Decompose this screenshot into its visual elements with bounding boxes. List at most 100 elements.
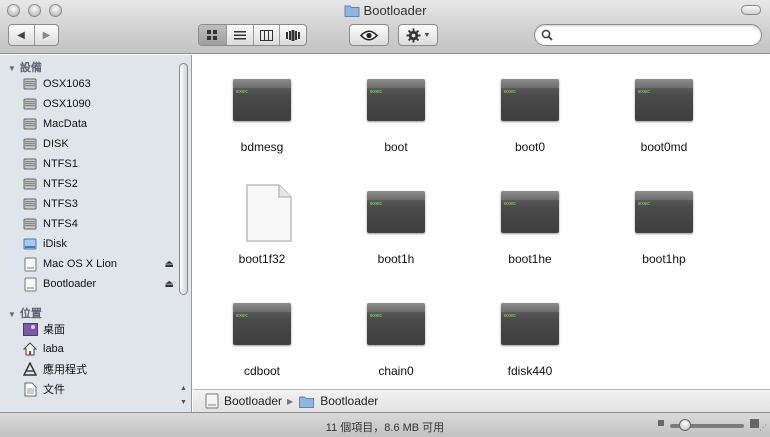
file-item[interactable]: exec boot0md	[604, 63, 724, 163]
hard-drive-icon	[22, 116, 38, 132]
icon-size-slider-thumb[interactable]	[678, 419, 691, 431]
executable-file-icon: exec	[635, 191, 693, 233]
executable-title-bar	[233, 303, 291, 312]
hard-drive-icon	[22, 176, 38, 192]
path-segment[interactable]: Bootloader	[298, 394, 378, 408]
sidebar-item-label: DISK	[43, 138, 69, 150]
file-item[interactable]: exec boot0	[470, 63, 590, 163]
folder-icon	[299, 396, 315, 408]
title-bar: Bootloader ◀ ▶ ▼	[0, 0, 770, 54]
exec-label: exec	[504, 89, 517, 95]
disclosure-triangle-icon: ▼	[8, 310, 16, 319]
exec-label: exec	[504, 313, 517, 319]
eject-icon[interactable]: ⏏	[165, 279, 174, 290]
toolbar-toggle-button[interactable]	[741, 5, 761, 15]
coverflow-view-button[interactable]	[279, 25, 306, 45]
file-browser-content: exec bdmesg exec boot exec boot0 exec boot0md bo…	[193, 55, 770, 389]
column-view-button[interactable]	[252, 25, 280, 45]
column-view-icon	[259, 29, 273, 41]
sidebar-item[interactable]: 桌面	[22, 319, 174, 339]
folder-icon	[344, 5, 360, 17]
sidebar-item-label: 桌面	[43, 324, 65, 336]
path-segment[interactable]: Bootloader	[205, 393, 282, 409]
forward-button[interactable]: ▶	[33, 25, 59, 45]
action-menu-button[interactable]: ▼	[398, 24, 438, 46]
chevron-down-icon: ▼	[423, 31, 431, 39]
exec-label: exec	[236, 313, 249, 319]
file-name: cdboot	[243, 364, 281, 378]
exec-label: exec	[370, 313, 383, 319]
file-item[interactable]: boot1f32	[202, 175, 322, 275]
sidebar-item[interactable]: OSX1063	[22, 74, 174, 94]
executable-title-bar	[367, 79, 425, 88]
executable-file-icon: exec	[367, 191, 425, 233]
sidebar-item[interactable]: NTFS2	[22, 174, 174, 194]
file-item[interactable]: exec cdboot	[202, 287, 322, 387]
sidebar-item[interactable]: Bootloader ⏏	[22, 274, 174, 294]
sidebar-scrollbar[interactable]: ▲ ▼	[177, 59, 190, 409]
file-item[interactable]: exec chain0	[336, 287, 456, 387]
icon-size-slider[interactable]	[658, 419, 759, 431]
sidebar-item[interactable]: laba	[22, 339, 174, 359]
exec-label: exec	[236, 89, 249, 95]
sidebar-item[interactable]: MacData	[22, 114, 174, 134]
sidebar-item[interactable]: 應用程式	[22, 359, 174, 379]
sidebar-scroll-thumb[interactable]	[179, 63, 188, 295]
file-item[interactable]: exec boot	[336, 63, 456, 163]
window-title-text: Bootloader	[363, 3, 427, 18]
search-input[interactable]	[557, 27, 757, 43]
back-button[interactable]: ◀	[9, 25, 34, 45]
disk-image-icon	[22, 276, 38, 292]
file-name: boot1f32	[238, 252, 286, 266]
sidebar-section-devices[interactable]: ▼ 設備	[8, 59, 42, 75]
executable-file-icon: exec	[501, 303, 559, 345]
sidebar-item-label: 文件	[43, 384, 65, 396]
coverflow-view-icon	[286, 29, 301, 41]
sidebar-item-label: NTFS4	[43, 218, 78, 230]
executable-file-icon: exec	[635, 79, 693, 121]
sidebar-item[interactable]: OSX1090	[22, 94, 174, 114]
large-icon-size-icon	[750, 419, 759, 428]
sidebar-item[interactable]: NTFS4	[22, 214, 174, 234]
chevron-right-icon: ▶	[42, 29, 51, 41]
sidebar-item[interactable]: 文件	[22, 379, 174, 399]
sidebar-section-label: 設備	[19, 62, 42, 74]
scroll-up-icon[interactable]: ▲	[180, 385, 187, 392]
sidebar-item[interactable]: Mac OS X Lion ⏏	[22, 254, 174, 274]
exec-label: exec	[638, 201, 651, 207]
sidebar-item-label: NTFS3	[43, 198, 78, 210]
sidebar-item[interactable]: iDisk	[22, 234, 174, 254]
file-item[interactable]: exec boot1h	[336, 175, 456, 275]
sidebar-item[interactable]: NTFS1	[22, 154, 174, 174]
desktop-icon	[22, 321, 38, 337]
eject-icon[interactable]: ⏏	[165, 259, 174, 270]
list-view-button[interactable]	[225, 25, 253, 45]
resize-grip-icon[interactable]: ⋰	[759, 423, 767, 432]
icon-view-button[interactable]	[199, 25, 226, 45]
sidebar-item-label: MacData	[43, 118, 88, 130]
file-item[interactable]: exec boot1hp	[604, 175, 724, 275]
chevron-left-icon: ◀	[17, 29, 25, 41]
file-item[interactable]: exec boot1he	[470, 175, 590, 275]
file-item[interactable]: exec fdisk440	[470, 287, 590, 387]
disclosure-triangle-icon: ▼	[8, 64, 16, 73]
scroll-down-icon[interactable]: ▼	[180, 399, 187, 406]
eye-icon	[360, 29, 378, 41]
hard-drive-icon	[22, 156, 38, 172]
view-mode-control	[198, 24, 307, 46]
home-icon	[22, 341, 38, 357]
executable-title-bar	[501, 79, 559, 88]
file-name: boot1hp	[642, 252, 686, 266]
sidebar-item[interactable]: DISK	[22, 134, 174, 154]
path-separator-icon: ▶	[287, 396, 294, 406]
executable-file-icon: exec	[233, 303, 291, 345]
search-field[interactable]	[534, 24, 762, 46]
gear-icon	[406, 27, 421, 43]
sidebar-item[interactable]: NTFS3	[22, 194, 174, 214]
exec-label: exec	[370, 201, 383, 207]
quick-look-button[interactable]	[349, 24, 389, 46]
status-text: 11 個項目，8.6 MB 可用	[325, 422, 445, 434]
file-item[interactable]: exec bdmesg	[202, 63, 322, 163]
exec-label: exec	[504, 201, 517, 207]
file-name: bdmesg	[240, 140, 284, 154]
